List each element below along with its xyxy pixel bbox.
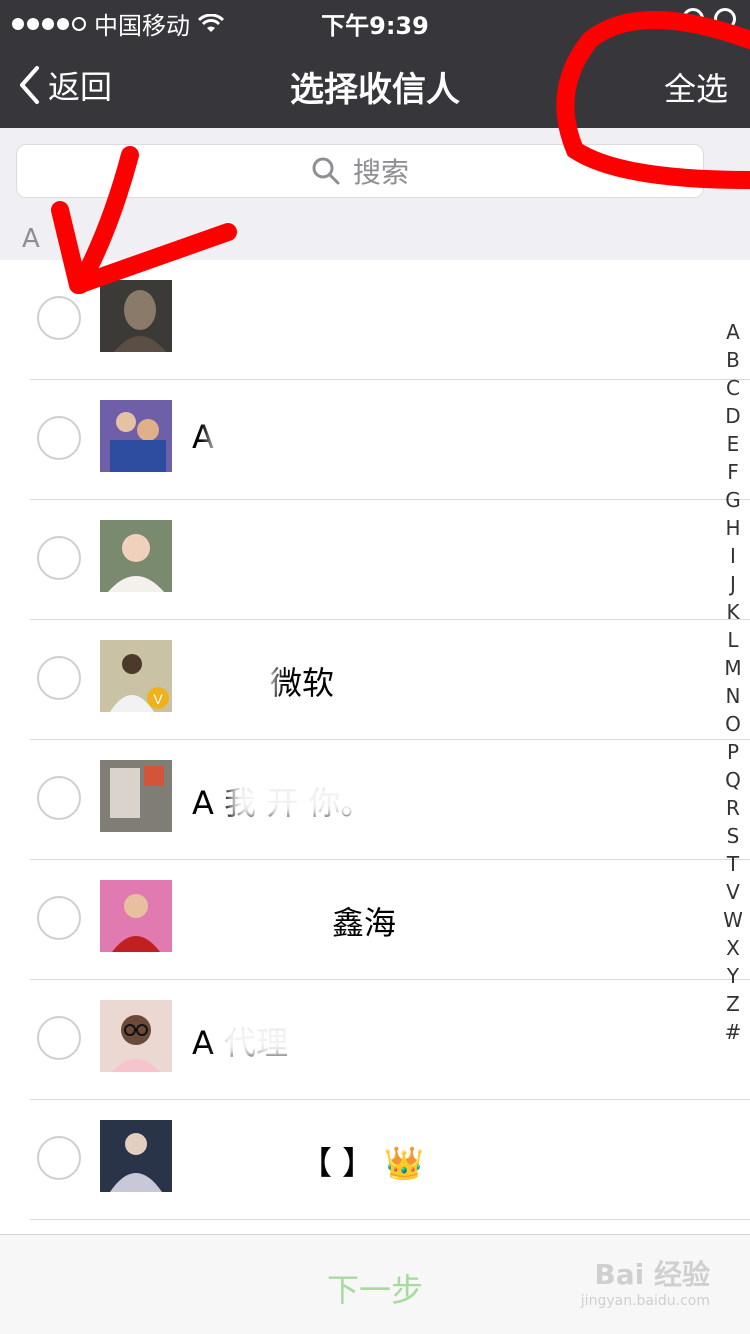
redaction-blur bbox=[195, 658, 275, 698]
select-radio[interactable] bbox=[37, 416, 81, 460]
index-letter[interactable]: V bbox=[726, 878, 740, 906]
index-letter[interactable]: L bbox=[727, 626, 738, 654]
redaction-blur bbox=[210, 418, 690, 458]
search-input[interactable]: 搜索 bbox=[16, 144, 704, 198]
redaction-blur bbox=[218, 1018, 348, 1058]
contact-row[interactable]: V 微软 bbox=[0, 620, 750, 740]
search-placeholder: 搜索 bbox=[352, 156, 409, 189]
contact-name: 【 】 👑 bbox=[300, 1144, 425, 1182]
contact-row[interactable]: 【 】 👑 bbox=[0, 1100, 750, 1220]
search-icon bbox=[312, 157, 340, 185]
divider bbox=[30, 1219, 750, 1220]
avatar bbox=[100, 400, 172, 472]
section-header: A bbox=[0, 216, 750, 260]
rotation-lock-icon bbox=[682, 8, 704, 30]
page-title: 选择收信人 bbox=[290, 70, 460, 110]
section-letter: A bbox=[22, 224, 40, 254]
index-letter[interactable]: J bbox=[730, 570, 736, 598]
index-letter[interactable]: Y bbox=[727, 962, 739, 990]
avatar bbox=[100, 880, 172, 952]
index-letter[interactable]: C bbox=[726, 374, 740, 402]
index-letter[interactable]: F bbox=[727, 458, 739, 486]
contact-list: A V 微软 A 我 开 你。 bbox=[0, 260, 750, 1220]
select-radio[interactable] bbox=[37, 296, 81, 340]
bottom-toolbar: 下一步 Bai 经验 jingyan.baidu.com bbox=[0, 1234, 750, 1334]
top-bar: 中国移动 下午9:39 返回 选择收信人 全选 bbox=[0, 0, 750, 128]
index-letter[interactable]: B bbox=[726, 346, 740, 374]
redaction-blur bbox=[200, 1138, 310, 1178]
redaction-blur bbox=[200, 898, 320, 938]
contact-row[interactable]: A 代理 bbox=[0, 980, 750, 1100]
index-letter[interactable]: O bbox=[725, 710, 741, 738]
select-radio[interactable] bbox=[37, 656, 81, 700]
index-letter[interactable]: Q bbox=[725, 766, 741, 794]
contact-name: 微软 bbox=[270, 664, 335, 702]
avatar bbox=[100, 280, 172, 352]
select-radio[interactable] bbox=[37, 536, 81, 580]
index-letter[interactable]: I bbox=[730, 542, 736, 570]
select-radio[interactable] bbox=[37, 776, 81, 820]
index-letter[interactable]: H bbox=[725, 514, 740, 542]
avatar bbox=[100, 760, 172, 832]
index-letter[interactable]: K bbox=[726, 598, 739, 626]
index-letter[interactable]: D bbox=[725, 402, 740, 430]
index-letter[interactable]: S bbox=[727, 822, 740, 850]
redaction-blur bbox=[200, 538, 660, 578]
contact-row[interactable]: A 我 开 你。 bbox=[0, 740, 750, 860]
avatar bbox=[100, 1120, 172, 1192]
navigation-bar: 返回 选择收信人 全选 bbox=[0, 40, 750, 128]
watermark-brand: Bai 经验 bbox=[594, 1258, 710, 1291]
contact-row[interactable] bbox=[0, 260, 750, 380]
index-letter[interactable]: Z bbox=[726, 990, 740, 1018]
avatar bbox=[100, 1000, 172, 1072]
index-letter[interactable]: M bbox=[724, 654, 741, 682]
index-letter[interactable]: # bbox=[725, 1018, 742, 1046]
avatar: V bbox=[100, 640, 172, 712]
index-letter[interactable]: T bbox=[727, 850, 739, 878]
select-radio[interactable] bbox=[37, 1016, 81, 1060]
select-radio[interactable] bbox=[37, 896, 81, 940]
contact-row[interactable]: A bbox=[0, 380, 750, 500]
contact-name: 鑫海 bbox=[332, 904, 397, 942]
select-all-button[interactable]: 全选 bbox=[664, 64, 728, 110]
index-letter[interactable]: P bbox=[727, 738, 739, 766]
index-letter[interactable]: E bbox=[727, 430, 740, 458]
watermark-url: jingyan.baidu.com bbox=[580, 1293, 710, 1309]
contact-row[interactable] bbox=[0, 500, 750, 620]
status-time: 下午9:39 bbox=[321, 12, 429, 40]
index-letter[interactable]: G bbox=[725, 486, 741, 514]
index-letter[interactable]: R bbox=[726, 794, 740, 822]
watermark: Bai 经验 jingyan.baidu.com bbox=[581, 1253, 710, 1309]
index-letter[interactable]: W bbox=[723, 906, 743, 934]
index-letter[interactable]: X bbox=[726, 934, 740, 962]
search-area: 搜索 bbox=[0, 128, 750, 216]
redaction-blur bbox=[230, 778, 630, 818]
status-bar: 中国移动 下午9:39 bbox=[0, 0, 750, 40]
index-letter[interactable]: N bbox=[726, 682, 741, 710]
index-letter[interactable]: A bbox=[726, 318, 740, 346]
alphabet-index[interactable]: A B C D E F G H I J K L M N O P Q R S T V W X Y Z # bbox=[720, 318, 746, 1046]
redaction-blur bbox=[440, 898, 600, 938]
select-radio[interactable] bbox=[37, 1136, 81, 1180]
alarm-icon bbox=[714, 8, 736, 30]
status-right bbox=[682, 8, 736, 30]
svg-text:V: V bbox=[153, 691, 163, 707]
avatar bbox=[100, 520, 172, 592]
contact-row[interactable]: 鑫海 bbox=[0, 860, 750, 980]
